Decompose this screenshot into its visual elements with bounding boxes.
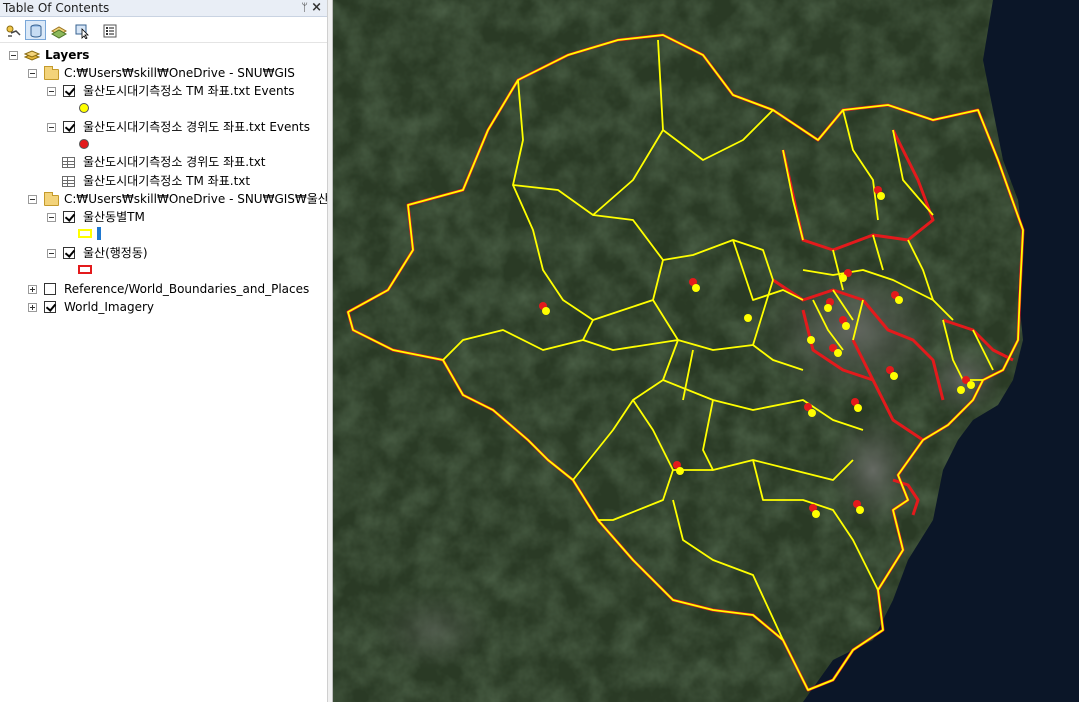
tree-label-layers: Layers [45, 48, 90, 62]
tree-label-group-ulsan-shp: C:₩Users₩skill₩OneDrive - SNU₩GIS₩울산 shp [64, 192, 355, 206]
yellow-point-symbol [79, 103, 89, 113]
tree-label-table-wgs: 울산도시대기측정소 경위도 좌표.txt [83, 155, 266, 169]
tm-station-point[interactable] [542, 307, 550, 315]
close-icon[interactable]: × [311, 0, 322, 15]
table-icon [62, 176, 75, 187]
tm-station-point[interactable] [890, 372, 898, 380]
table-of-contents-pane: Table Of Contents ᛘ × Layers C:₩Users₩sk… [0, 0, 354, 702]
tm-station-point[interactable] [895, 296, 903, 304]
tm-station-point[interactable] [834, 349, 842, 357]
tm-station-point[interactable] [957, 386, 965, 394]
tree-node-dong-tm[interactable]: 울산동별TM [0, 208, 327, 226]
pin-icon[interactable]: ᛘ [301, 1, 308, 14]
wgs-events-visibility-checkbox[interactable] [63, 121, 75, 133]
selection-icon [75, 24, 89, 39]
tm-station-point[interactable] [854, 404, 862, 412]
tree-node-haengjeong[interactable]: 울산(행정동) [0, 244, 327, 262]
tree-node-wgs-events[interactable]: 울산도시대기측정소 경위도 좌표.txt Events [0, 118, 327, 136]
tree-node-reference[interactable]: Reference/World_Boundaries_and_Places [0, 280, 327, 298]
folder-icon [44, 192, 59, 206]
red-outline-symbol [78, 265, 92, 274]
options-button[interactable] [99, 20, 120, 40]
map-canvas[interactable] [333, 0, 1079, 702]
layers-icon [6, 25, 21, 37]
collapse-toggle[interactable] [47, 123, 56, 132]
yellow-outline-symbol [78, 229, 92, 238]
tree-node-group-gis[interactable]: C:₩Users₩skill₩OneDrive - SNU₩GIS [0, 64, 327, 82]
tm-station-point[interactable] [812, 510, 820, 518]
toc-title: Table Of Contents [3, 1, 110, 15]
tree-label-reference: Reference/World_Boundaries_and_Places [64, 282, 310, 296]
tree-label-tm-events: 울산도시대기측정소 TM 좌표.txt Events [83, 84, 295, 98]
tree-node-group-ulsan-shp[interactable]: C:₩Users₩skill₩OneDrive - SNU₩GIS₩울산 shp [0, 190, 354, 208]
urban-area [373, 590, 493, 670]
tm-station-point[interactable] [692, 284, 700, 292]
tree-label-haengjeong: 울산(행정동) [83, 246, 148, 260]
tree-node-table-wgs[interactable]: 울산도시대기측정소 경위도 좌표.txt [0, 153, 327, 171]
urban-area [758, 260, 948, 400]
table-icon [62, 157, 75, 168]
dong-tm-visibility-checkbox[interactable] [63, 211, 75, 223]
collapse-toggle[interactable] [47, 249, 56, 258]
collapse-toggle[interactable] [28, 69, 37, 78]
options-icon [103, 24, 117, 38]
database-icon [30, 24, 42, 38]
list-by-source-button[interactable] [25, 20, 46, 40]
collapse-toggle[interactable] [9, 51, 18, 60]
tm-station-point[interactable] [842, 322, 850, 330]
toc-toolbar [0, 17, 327, 43]
tree-label-group-gis: C:₩Users₩skill₩OneDrive - SNU₩GIS [64, 66, 295, 80]
tm-station-point[interactable] [676, 467, 684, 475]
tree-label-dong-tm: 울산동별TM [83, 210, 145, 224]
list-by-visibility-button[interactable] [48, 20, 69, 40]
toc-title-bar: Table Of Contents ᛘ × [0, 0, 327, 17]
collapse-toggle[interactable] [47, 213, 56, 222]
tree-label-table-tm: 울산도시대기측정소 TM 좌표.txt [83, 174, 251, 188]
haengjeong-visibility-checkbox[interactable] [63, 247, 75, 259]
tm-station-point[interactable] [967, 381, 975, 389]
tm-station-point[interactable] [744, 314, 752, 322]
collapse-toggle[interactable] [47, 87, 56, 96]
tree-node-layers[interactable]: Layers [0, 46, 327, 64]
list-by-drawing-order-button[interactable] [3, 20, 24, 40]
list-by-selection-button[interactable] [71, 20, 92, 40]
tm-station-point[interactable] [824, 304, 832, 312]
tm-station-point[interactable] [808, 409, 816, 417]
expand-toggle[interactable] [28, 303, 37, 312]
visibility-icon [51, 26, 68, 39]
tm-station-point[interactable] [807, 336, 815, 344]
tree-label-world-imagery: World_Imagery [64, 300, 155, 314]
tree-node-table-tm[interactable]: 울산도시대기측정소 TM 좌표.txt [0, 172, 327, 190]
tm-station-point[interactable] [856, 506, 864, 514]
tm-station-point[interactable] [839, 274, 847, 282]
tree-node-tm-events[interactable]: 울산도시대기측정소 TM 좌표.txt Events [0, 82, 327, 100]
collapse-toggle[interactable] [28, 195, 37, 204]
map-view[interactable] [333, 0, 1079, 702]
blue-bar-symbol [97, 227, 101, 240]
expand-toggle[interactable] [28, 285, 37, 294]
tree-label-wgs-events: 울산도시대기측정소 경위도 좌표.txt Events [83, 120, 310, 134]
red-point-symbol [79, 139, 89, 149]
world-imagery-visibility-checkbox[interactable] [44, 301, 56, 313]
reference-visibility-checkbox[interactable] [44, 283, 56, 295]
tm-station-point[interactable] [877, 192, 885, 200]
tree-node-world-imagery[interactable]: World_Imagery [0, 298, 327, 316]
layers-icon [24, 50, 40, 61]
folder-icon [44, 66, 59, 80]
tm-events-visibility-checkbox[interactable] [63, 85, 75, 97]
